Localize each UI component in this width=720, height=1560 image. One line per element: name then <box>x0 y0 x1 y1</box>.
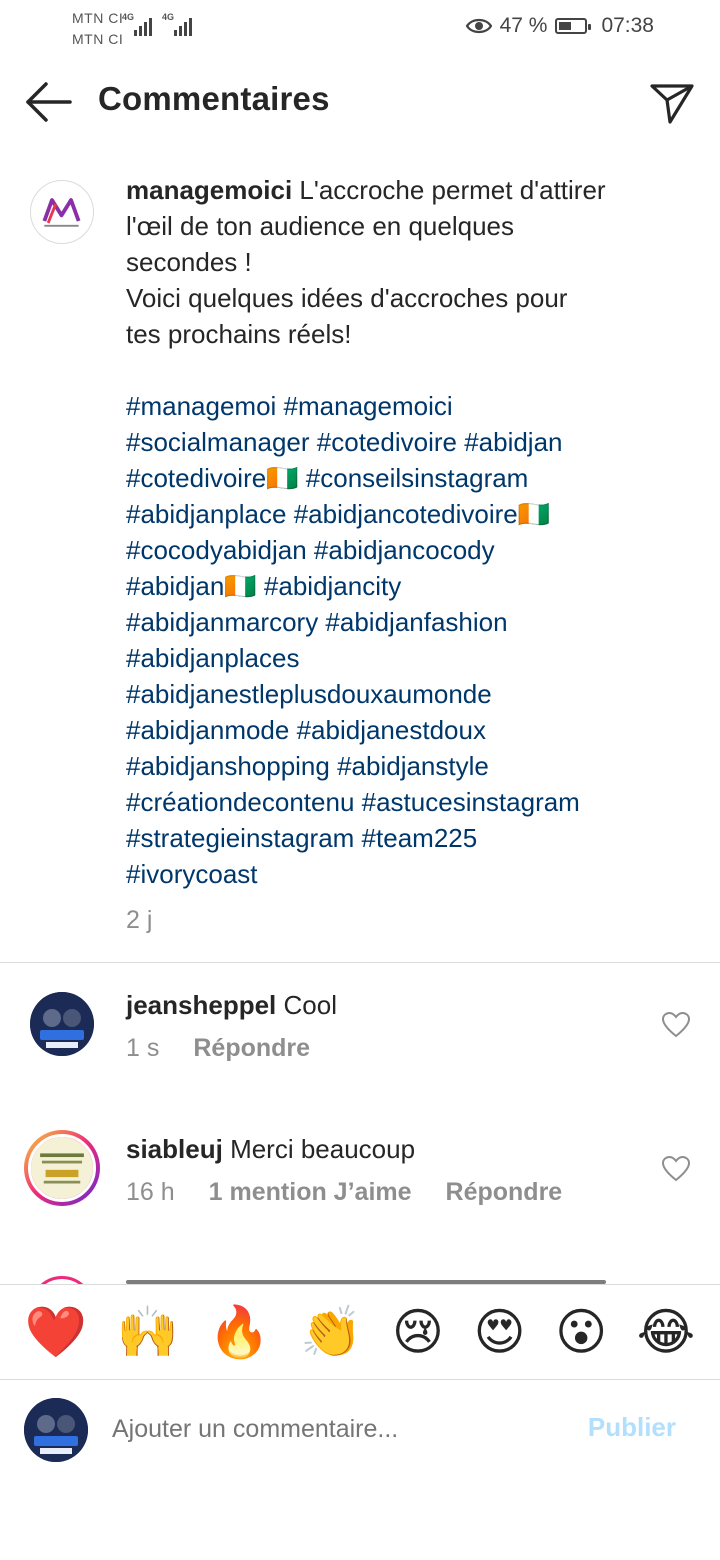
emoji-crying-face[interactable]: 😢 <box>392 1307 444 1357</box>
profile-picture-icon <box>30 992 94 1056</box>
signal-icon: 4G <box>122 12 152 36</box>
avatar <box>24 1398 88 1462</box>
emoji-surprised-face[interactable]: 😮 <box>555 1307 607 1357</box>
emoji-raising-hands[interactable]: 🙌 <box>117 1307 179 1357</box>
eye-icon <box>465 18 492 34</box>
avatar-story-ring[interactable] <box>24 1130 100 1206</box>
comment-input[interactable] <box>110 1414 554 1445</box>
comment-text: Cool <box>283 990 337 1020</box>
reply-button[interactable]: Répondre <box>193 1034 310 1063</box>
emoji-clapping-hands[interactable]: 👏 <box>300 1307 362 1357</box>
page-title: Commentaires <box>98 80 330 117</box>
comment-text: Merci beaucoup <box>230 1134 416 1164</box>
caption-hashtags[interactable]: #managemoi #managemoici #socialmanager #… <box>126 388 666 892</box>
comment-timestamp: 1 s <box>126 1034 160 1062</box>
brand-logo-icon <box>32 182 91 241</box>
comment-item-partial <box>0 1276 720 1284</box>
publish-button[interactable]: Publier <box>588 1412 676 1443</box>
comment-timestamp: 16 h <box>126 1178 175 1206</box>
status-bar: MTN CI MTN CI 4G 4G 47 % 07:38 <box>0 0 720 60</box>
avatar[interactable] <box>30 180 94 244</box>
carrier-label: MTN CI <box>72 31 124 47</box>
comment-username[interactable]: siableuj <box>126 1134 223 1164</box>
profile-picture-icon <box>24 1398 88 1462</box>
heart-icon[interactable] <box>662 1012 690 1038</box>
comment-composer: Publier <box>0 1380 720 1480</box>
emoji-fire[interactable]: 🔥 <box>208 1307 270 1357</box>
arrow-left-icon[interactable] <box>22 80 74 124</box>
signal-icon: 4G <box>162 12 192 36</box>
profile-picture-icon <box>28 1134 96 1202</box>
battery-percent: 47 % <box>499 14 548 37</box>
carrier-label: MTN CI <box>72 10 124 26</box>
likes-count[interactable]: 1 mention J’aime <box>209 1178 412 1207</box>
heart-icon[interactable] <box>662 1156 690 1182</box>
avatar <box>30 1276 94 1284</box>
emoji-heart-eyes[interactable]: 😍 <box>474 1307 526 1357</box>
battery-icon <box>555 18 592 34</box>
caption-username[interactable]: managemoici <box>126 175 292 205</box>
reply-button[interactable]: Répondre <box>446 1178 563 1207</box>
avatar[interactable] <box>30 992 94 1056</box>
divider <box>0 962 720 963</box>
caption-timestamp: 2 j <box>126 906 153 934</box>
clock: 07:38 <box>601 14 654 37</box>
emoji-quick-bar: ❤️ 🙌 🔥 👏 😢 😍 😮 😂 <box>0 1284 720 1380</box>
emoji-tears-of-joy[interactable]: 😂 <box>637 1307 695 1357</box>
header: Commentaires <box>0 60 720 144</box>
comment-username[interactable]: jeansheppel <box>126 990 276 1020</box>
emoji-heart[interactable]: ❤️ <box>25 1307 87 1357</box>
paper-plane-icon[interactable] <box>648 78 696 126</box>
